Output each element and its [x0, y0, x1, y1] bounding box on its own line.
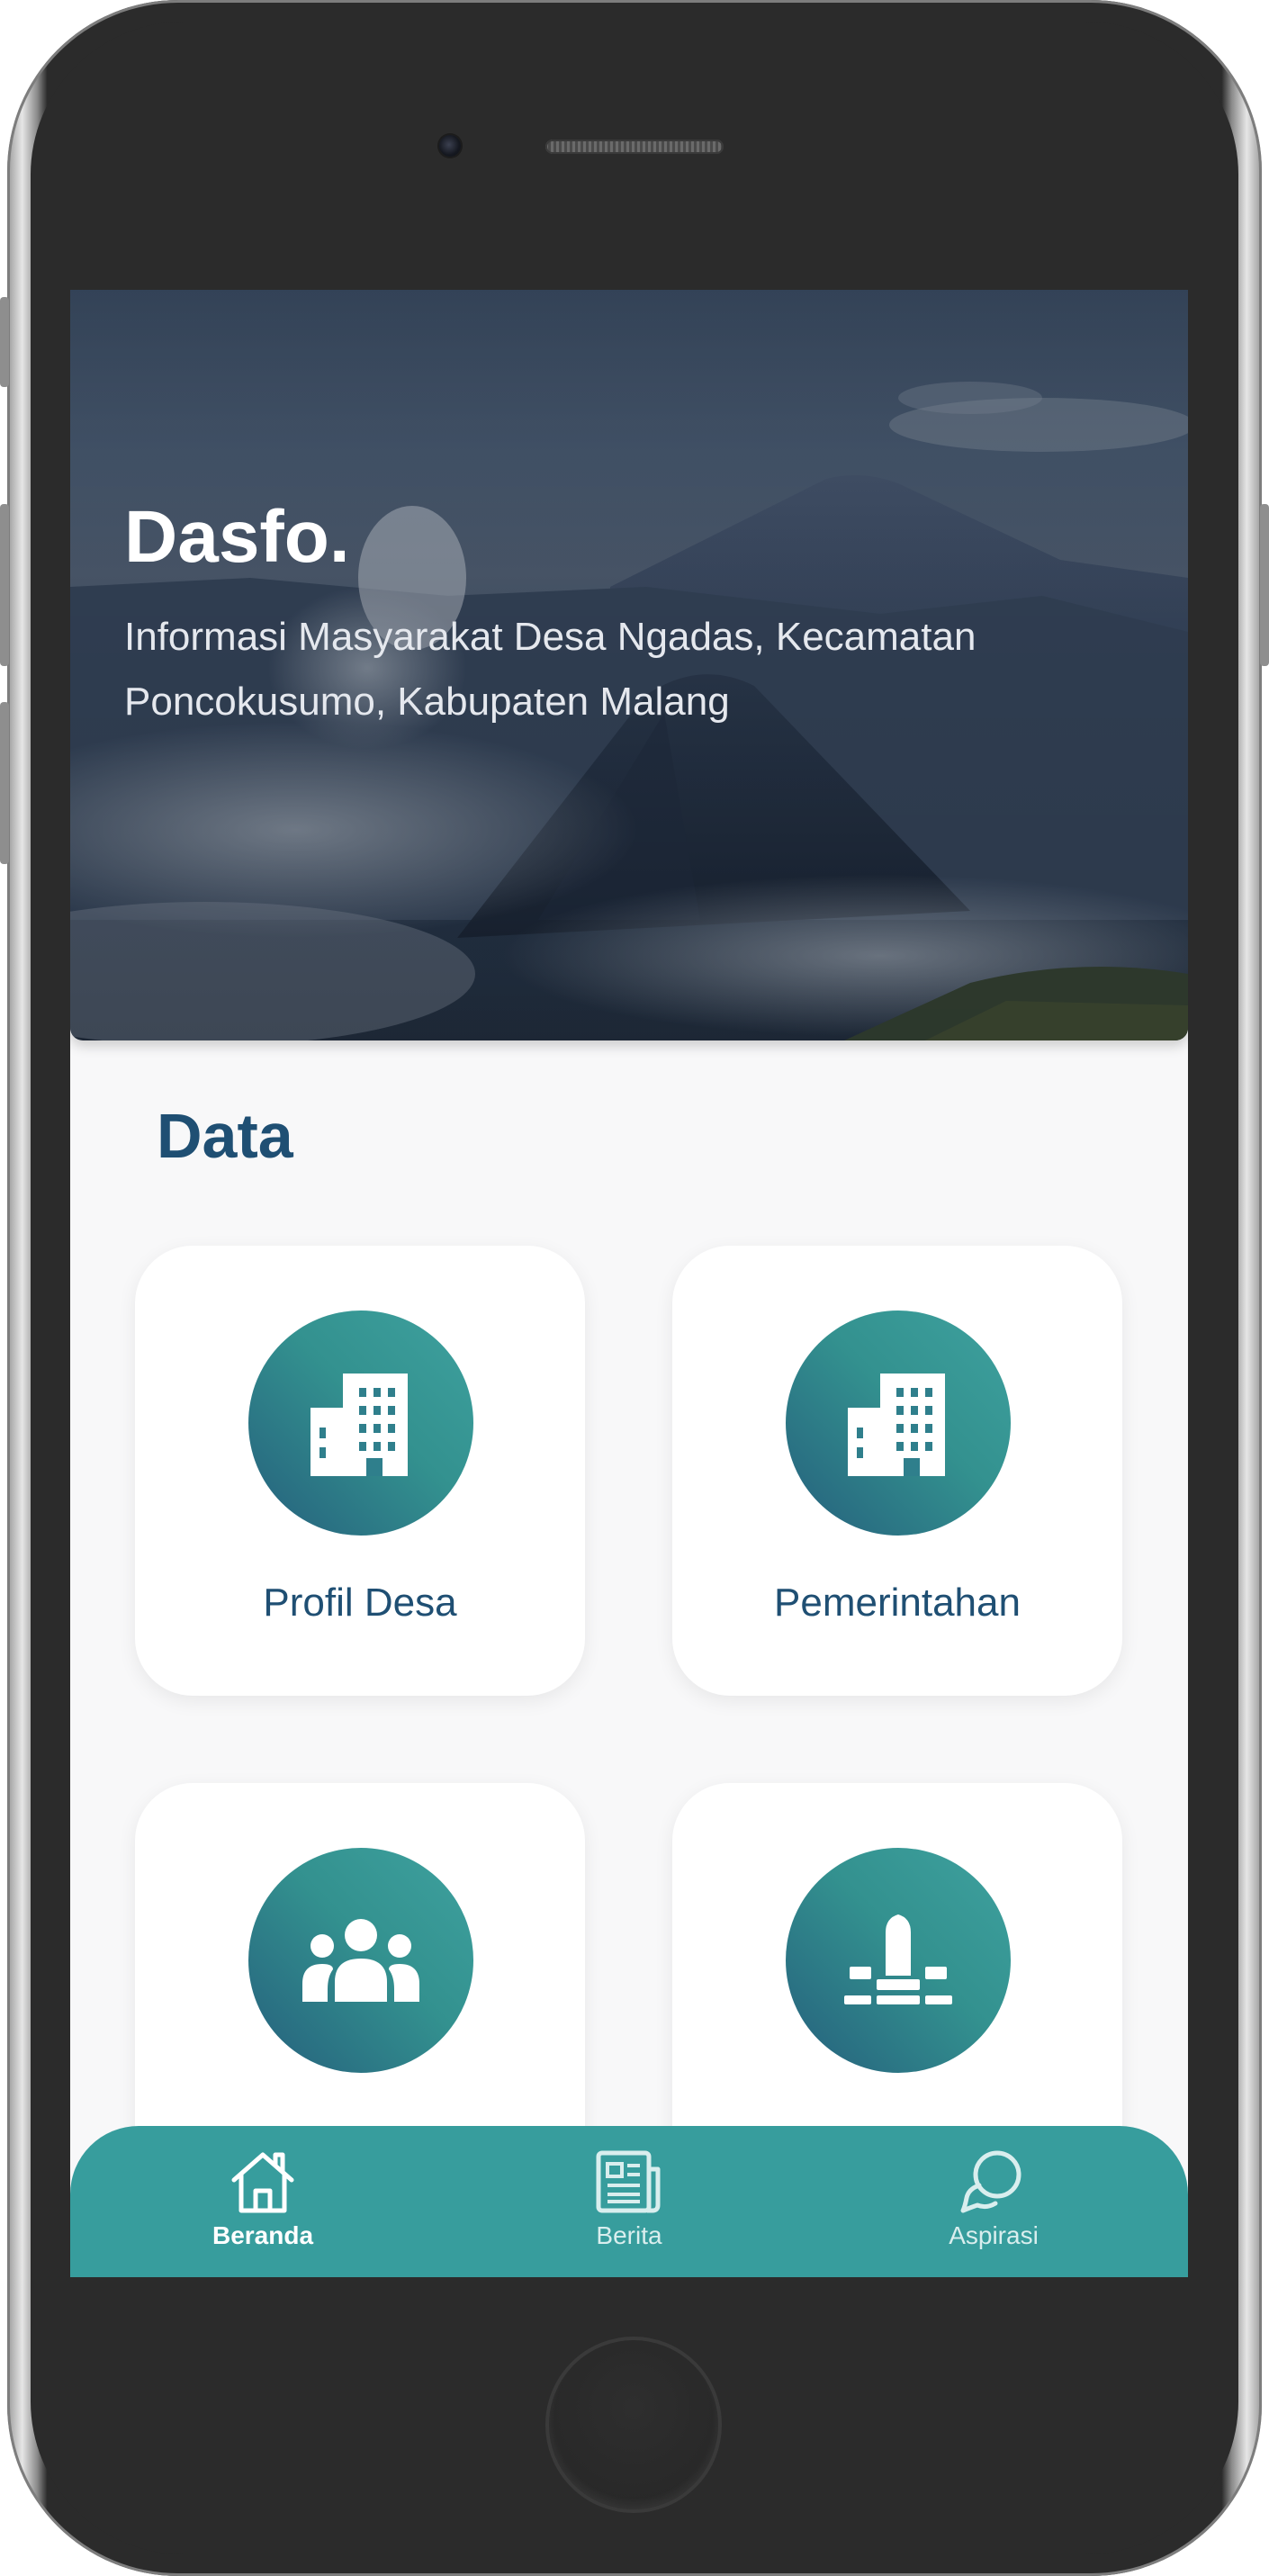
- app-screen: Dasfo. Informasi Masyarakat Desa Ngadas,…: [70, 290, 1188, 2277]
- building-icon: [310, 1374, 408, 1476]
- monument-icon: [844, 1914, 952, 2004]
- earpiece-speaker: [545, 140, 724, 154]
- nav-item-berita[interactable]: Berita: [530, 2149, 728, 2250]
- mute-switch: [0, 297, 9, 387]
- card-icon-circle: [248, 1311, 473, 1536]
- card-label: Pemerintahan: [774, 1581, 1021, 1625]
- volume-down-button: [0, 702, 9, 864]
- nav-label: Berita: [596, 2221, 662, 2249]
- building-icon: [848, 1374, 945, 1476]
- nav-label: Beranda: [212, 2221, 314, 2249]
- chat-bubbles-icon: [960, 2150, 1022, 2213]
- app-subtitle: Informasi Masyarakat Desa Ngadas, Kecama…: [124, 615, 976, 724]
- hero-banner: Dasfo. Informasi Masyarakat Desa Ngadas,…: [70, 290, 1188, 1040]
- nav-item-beranda[interactable]: Beranda: [164, 2149, 362, 2250]
- nav-label: Aspirasi: [949, 2221, 1039, 2249]
- app-title: Dasfo.: [124, 496, 350, 578]
- card-icon-circle: [248, 1848, 473, 2073]
- section-title-data: Data: [157, 1101, 293, 1171]
- home-button[interactable]: [545, 2337, 722, 2513]
- card-label: Profil Desa: [263, 1581, 457, 1625]
- home-icon: [231, 2152, 294, 2213]
- volume-up-button: [0, 504, 9, 666]
- card-icon-circle: [786, 1311, 1011, 1536]
- card-icon-circle: [786, 1848, 1011, 2073]
- newspaper-icon: [596, 2150, 661, 2213]
- bottom-navigation: Beranda Berita Aspirasi: [70, 2126, 1188, 2277]
- card-pemerintahan[interactable]: Pemerintahan: [672, 1246, 1122, 1696]
- front-camera: [439, 135, 461, 157]
- card-profil-desa[interactable]: Profil Desa: [135, 1246, 585, 1696]
- power-button: [1260, 504, 1269, 666]
- nav-item-aspirasi[interactable]: Aspirasi: [895, 2149, 1093, 2250]
- people-group-icon: [302, 1919, 419, 2002]
